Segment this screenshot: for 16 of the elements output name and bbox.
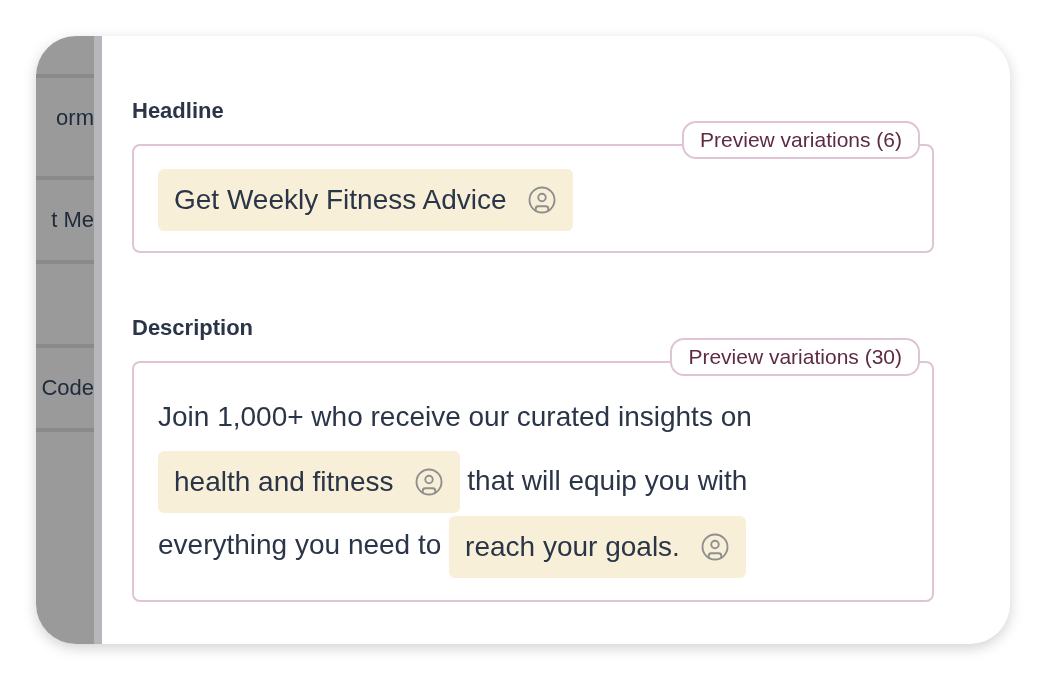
variable-chip[interactable]: reach your goals. [449,515,746,578]
variable-chip[interactable]: health and fitness [158,451,460,514]
user-icon [526,184,557,215]
description-text: everything you need to [158,529,442,561]
description-text: that will equip you with [467,464,748,496]
user-icon [699,531,730,562]
description-text: Join 1,000+ who receive our curated insights on [158,400,752,432]
menu-item[interactable]: orm [56,105,94,131]
menu-item[interactable]: Code [41,375,94,401]
field-label: Description [132,314,255,341]
field-label: Headline [132,98,225,124]
menu-item[interactable]: t Me [51,207,94,233]
preview-variations-button[interactable]: Preview variations (30) [670,337,920,376]
user-icon [413,467,444,498]
preview-variations-button[interactable]: Preview variations (6) [682,121,920,159]
variable-chip[interactable]: Get Weekly Fitness Advice [158,168,573,231]
